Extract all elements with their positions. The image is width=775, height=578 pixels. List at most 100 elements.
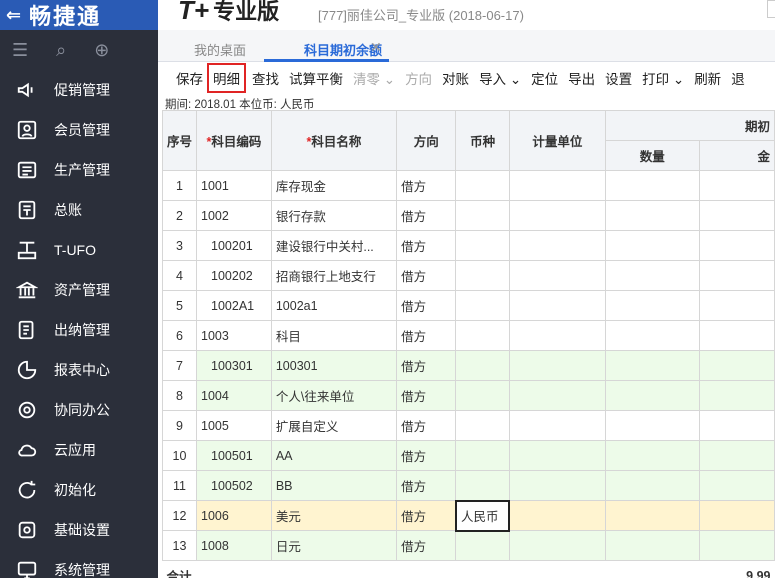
cell-name[interactable]: 招商银行上地支行 bbox=[270, 260, 398, 291]
cell-name[interactable]: 科目 bbox=[270, 320, 398, 351]
cell-currency[interactable] bbox=[455, 230, 510, 261]
table-row[interactable]: 1 1001 库存现金 借方 bbox=[161, 170, 775, 201]
search-icon[interactable]: ⌕ bbox=[56, 40, 66, 61]
cell-name[interactable]: 扩展自定义 bbox=[270, 410, 398, 441]
cell-quantity[interactable] bbox=[604, 530, 700, 561]
cell-name[interactable]: 库存现金 bbox=[270, 170, 398, 201]
sidebar-item-10[interactable]: 初始化 bbox=[0, 470, 158, 510]
cell-name[interactable]: 美元 bbox=[270, 500, 398, 531]
cell-currency[interactable] bbox=[455, 380, 510, 411]
cell-unit[interactable] bbox=[508, 350, 606, 381]
cell-currency[interactable] bbox=[455, 200, 510, 231]
cell-currency[interactable] bbox=[455, 470, 510, 501]
cell-currency[interactable]: 人民币 bbox=[454, 499, 511, 532]
cell-quantity[interactable] bbox=[604, 290, 700, 321]
cell-quantity[interactable] bbox=[604, 440, 700, 471]
cell-name[interactable]: 1002a1 bbox=[270, 290, 398, 321]
export-button[interactable]: 导出 bbox=[568, 68, 595, 88]
cell-currency[interactable] bbox=[455, 320, 510, 351]
table-row[interactable]: 12 1006 美元 借方 人民币 bbox=[161, 499, 775, 532]
cell-currency[interactable] bbox=[455, 170, 510, 201]
cell-name[interactable]: 建设银行中关村... bbox=[270, 230, 398, 261]
cell-amount[interactable] bbox=[698, 380, 775, 411]
cell-quantity[interactable] bbox=[604, 410, 700, 441]
cell-name[interactable]: AA bbox=[270, 440, 398, 471]
cell-unit[interactable] bbox=[508, 200, 606, 231]
header-quantity[interactable]: 数量 bbox=[604, 140, 700, 171]
cell-direction[interactable]: 借方 bbox=[396, 200, 457, 231]
cell-name[interactable]: 个人\往来单位 bbox=[270, 380, 398, 411]
cell-quantity[interactable] bbox=[604, 500, 700, 531]
detail-button[interactable]: 明细 bbox=[207, 63, 246, 93]
header-currency[interactable]: 币种 bbox=[455, 110, 510, 171]
cell-code[interactable]: 1002A1 bbox=[196, 290, 272, 321]
cell-code[interactable]: 100501 bbox=[196, 440, 272, 471]
cell-direction[interactable]: 借方 bbox=[396, 530, 457, 561]
cell-direction[interactable]: 借方 bbox=[396, 290, 457, 321]
table-row[interactable]: 9 1005 扩展自定义 借方 bbox=[161, 410, 775, 441]
cell-direction[interactable]: 借方 bbox=[396, 320, 457, 351]
sidebar-item-7[interactable]: 报表中心 bbox=[0, 350, 158, 390]
table-row[interactable]: 4 100202 招商银行上地支行 借方 bbox=[161, 260, 775, 291]
header-opening[interactable]: 期初 bbox=[604, 110, 775, 141]
import-dropdown[interactable]: 导入 ⌄ bbox=[479, 68, 521, 88]
cell-code[interactable]: 1008 bbox=[196, 530, 272, 561]
locate-button[interactable]: 定位 bbox=[531, 68, 558, 88]
brand-logo[interactable]: ⇐ 畅捷通 bbox=[0, 0, 158, 30]
add-icon[interactable]: ⊕ bbox=[94, 40, 109, 61]
cell-unit[interactable] bbox=[508, 380, 606, 411]
cell-name[interactable]: 日元 bbox=[270, 530, 398, 561]
cell-code[interactable]: 1003 bbox=[196, 320, 272, 351]
cell-direction[interactable]: 借方 bbox=[396, 230, 457, 261]
table-row[interactable]: 11 100502 BB 借方 bbox=[161, 470, 775, 501]
back-arrow-icon[interactable]: ⇐ bbox=[6, 5, 23, 26]
header-seq[interactable]: 序号 bbox=[161, 110, 198, 171]
cell-code[interactable]: 100202 bbox=[196, 260, 272, 291]
cell-code[interactable]: 1006 bbox=[196, 500, 272, 531]
cell-amount[interactable] bbox=[698, 200, 775, 231]
sidebar-item-2[interactable]: 生产管理 bbox=[0, 150, 158, 190]
print-dropdown[interactable]: 打印 ⌄ bbox=[642, 68, 684, 88]
cell-currency[interactable] bbox=[455, 260, 510, 291]
cell-quantity[interactable] bbox=[604, 320, 700, 351]
exit-button[interactable]: 退 bbox=[731, 68, 745, 88]
cell-currency[interactable] bbox=[455, 350, 510, 381]
cell-amount[interactable] bbox=[698, 260, 775, 291]
cell-unit[interactable] bbox=[508, 500, 606, 531]
sidebar-item-9[interactable]: 云应用 bbox=[0, 430, 158, 470]
cell-unit[interactable] bbox=[508, 530, 606, 561]
table-row[interactable]: 2 1002 银行存款 借方 bbox=[161, 200, 775, 231]
cell-quantity[interactable] bbox=[604, 260, 700, 291]
table-row[interactable]: 5 1002A1 1002a1 借方 bbox=[161, 290, 775, 321]
cell-unit[interactable] bbox=[508, 410, 606, 441]
sidebar-item-5[interactable]: 资产管理 bbox=[0, 270, 158, 310]
table-row[interactable]: 6 1003 科目 借方 bbox=[161, 320, 775, 351]
cell-direction[interactable]: 借方 bbox=[396, 170, 457, 201]
trial-balance-button[interactable]: 试算平衡 bbox=[289, 68, 343, 88]
header-direction[interactable]: 方向 bbox=[396, 110, 457, 171]
cell-amount[interactable] bbox=[698, 290, 775, 321]
sidebar-item-6[interactable]: 出纳管理 bbox=[0, 310, 158, 350]
cell-direction[interactable]: 借方 bbox=[396, 350, 457, 381]
table-row[interactable]: 8 1004 个人\往来单位 借方 bbox=[161, 380, 775, 411]
cell-amount[interactable] bbox=[698, 320, 775, 351]
cell-code[interactable]: 1004 bbox=[196, 380, 272, 411]
cell-unit[interactable] bbox=[508, 320, 606, 351]
tab-desktop[interactable]: 我的桌面 bbox=[194, 40, 246, 59]
cell-amount[interactable] bbox=[698, 410, 775, 441]
cell-direction[interactable]: 借方 bbox=[396, 470, 457, 501]
cell-quantity[interactable] bbox=[604, 200, 700, 231]
cell-currency[interactable] bbox=[455, 530, 510, 561]
cell-unit[interactable] bbox=[508, 230, 606, 261]
cell-quantity[interactable] bbox=[604, 350, 700, 381]
cell-currency[interactable] bbox=[455, 290, 510, 321]
table-row[interactable]: 3 100201 建设银行中关村... 借方 bbox=[161, 230, 775, 261]
cell-unit[interactable] bbox=[508, 470, 606, 501]
cell-amount[interactable] bbox=[698, 530, 775, 561]
cell-quantity[interactable] bbox=[604, 470, 700, 501]
sidebar-item-8[interactable]: 协同办公 bbox=[0, 390, 158, 430]
sidebar-item-4[interactable]: T-UFO bbox=[0, 230, 158, 270]
header-code[interactable]: *科目编码 bbox=[196, 110, 272, 171]
direction-button[interactable]: 方向 bbox=[405, 68, 432, 88]
cell-code[interactable]: 100502 bbox=[196, 470, 272, 501]
